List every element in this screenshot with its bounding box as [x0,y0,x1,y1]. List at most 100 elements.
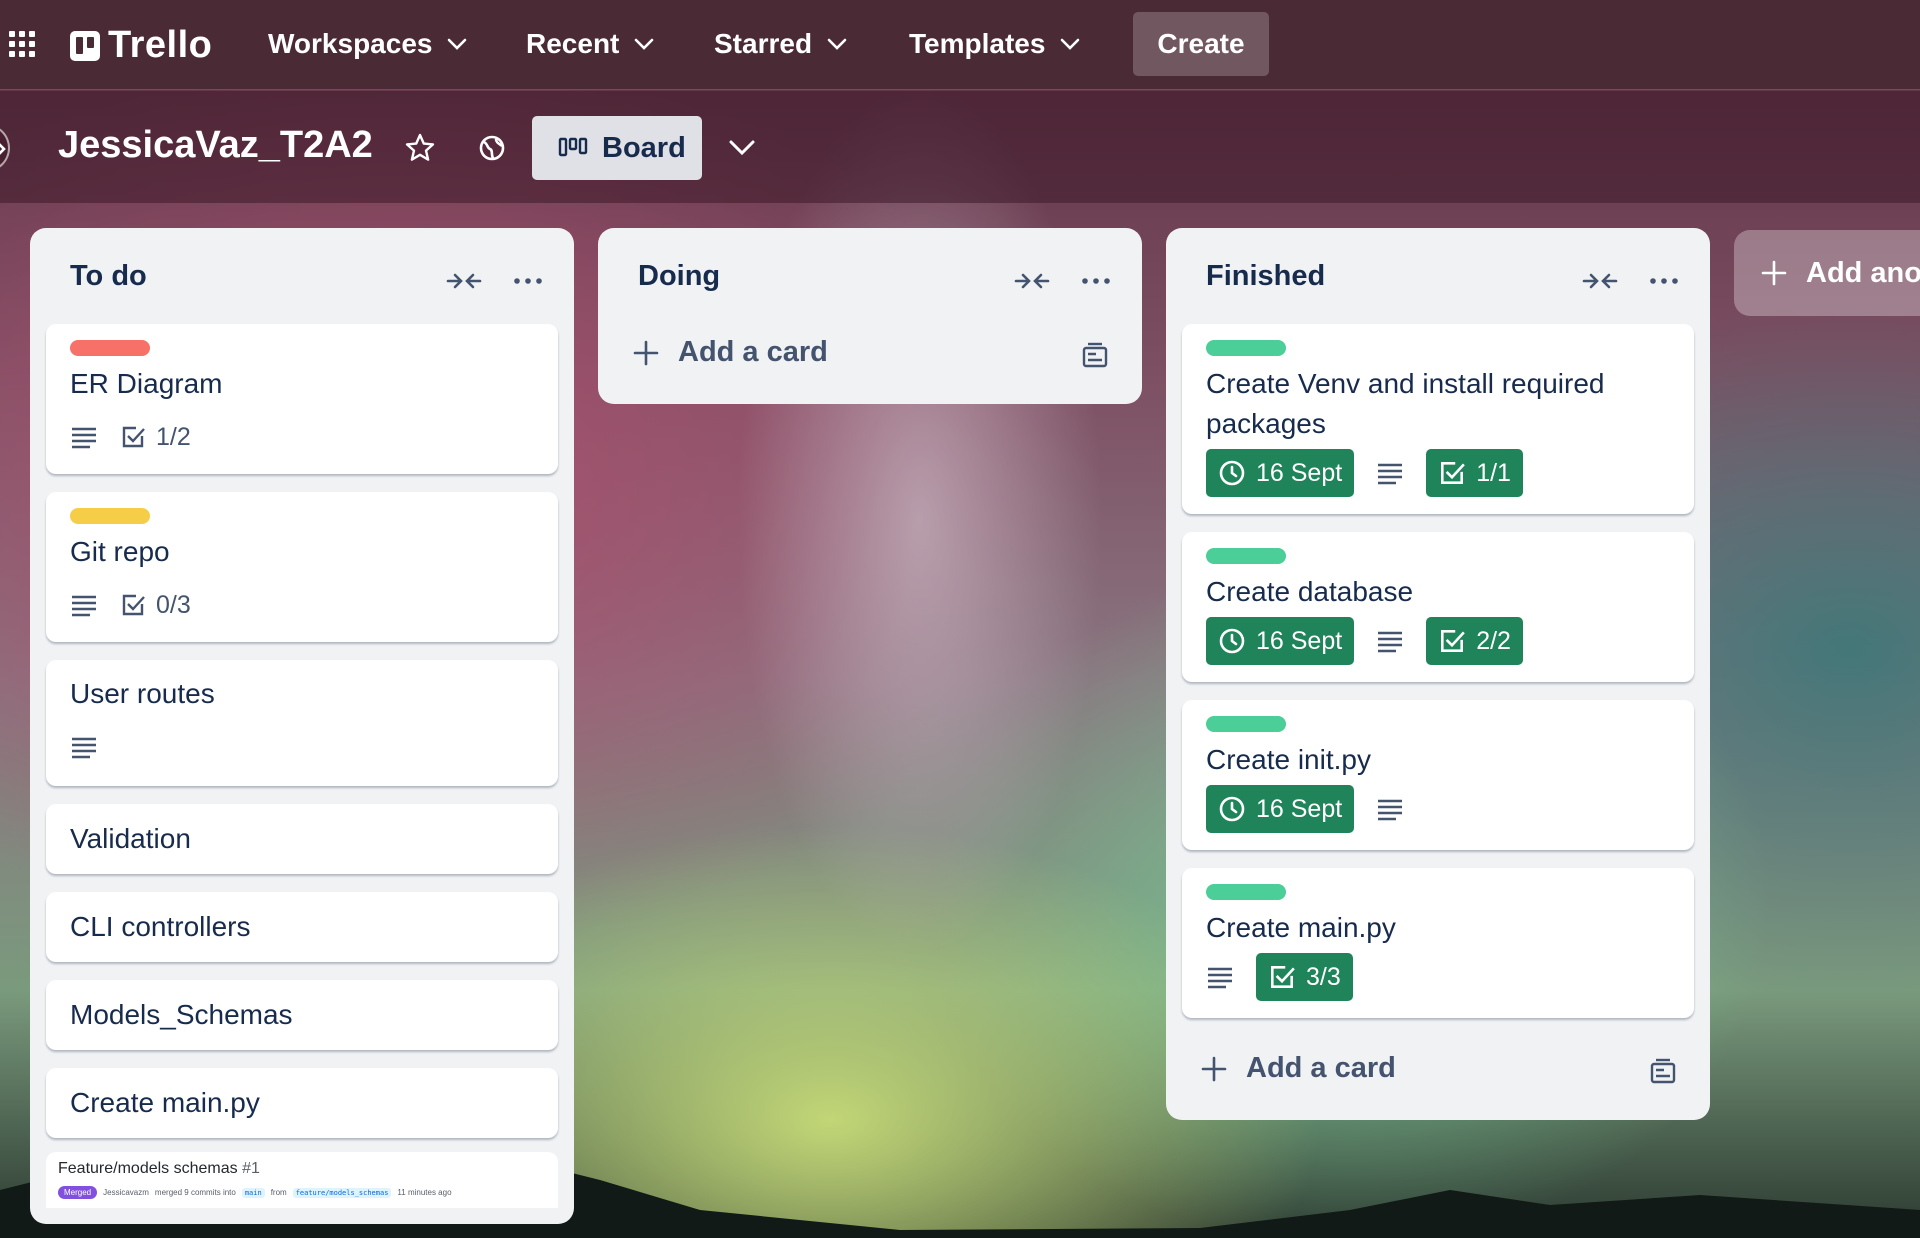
card-er-diagram[interactable]: ER Diagram 1/2 [46,324,558,474]
collapse-list-icon[interactable] [1012,266,1052,296]
pr-title-text: Feature/models schemas [58,1160,238,1177]
nav-label: Recent [526,28,620,59]
card-title: Create main.py [70,1087,260,1118]
pr-base-branch: main [241,1187,265,1198]
add-card-label: Add a card [678,336,828,368]
card-create-venv[interactable]: Create Venv and install required package… [1182,324,1694,514]
card-title: ER Diagram [70,368,223,399]
description-icon [1378,799,1403,821]
star-icon[interactable] [404,132,436,164]
card-label [1206,548,1286,564]
card-user-routes[interactable]: User routes [46,660,558,786]
top-navigation: Trello Workspaces Recent Starred Templat… [0,0,1920,90]
checklist-count: 2/2 [1476,626,1511,655]
pr-meta: Merged Jessicavazm merged 9 commits into… [58,1186,452,1199]
due-date-badge[interactable]: 16 Sept [1206,617,1355,665]
due-date-badge[interactable]: 16 Sept [1206,449,1355,497]
card-title: User routes [70,678,215,709]
checklist-icon [122,426,145,448]
chevron-down-icon[interactable] [726,134,758,162]
due-date: 16 Sept [1256,626,1343,655]
card-badges [70,722,98,772]
checklist-icon [1271,966,1295,988]
checklist-complete-badge: 2/2 [1426,617,1523,665]
trello-logo-icon [70,30,100,61]
pr-time: 11 minutes ago [397,1188,452,1197]
card-pull-request-preview[interactable]: Feature/models schemas #1 Merged Jessica… [46,1152,558,1208]
card-badges: 16 Sept [1206,784,1404,834]
add-card-button[interactable]: Add a card [632,336,828,369]
checklist-count: 0/3 [156,590,191,619]
card-title: Models_Schemas [70,999,293,1030]
checklist-icon [1441,630,1465,652]
plus-icon [633,340,659,365]
collapse-list-icon[interactable] [444,266,484,296]
add-list-label: Add anot [1806,256,1920,289]
add-list-button[interactable]: Add anot [1734,230,1920,316]
nav-templates[interactable]: Templates [909,24,1081,64]
chevron-down-icon [635,38,654,50]
card-title: CLI controllers [70,911,251,942]
checklist-icon [122,594,145,616]
more-options-icon[interactable] [1076,266,1116,296]
card-create-main-py[interactable]: Create main.py 3/3 [1182,868,1694,1018]
card-create-database[interactable]: Create database 16 Sept 2/2 [1182,532,1694,682]
card-label [1206,884,1286,900]
clock-icon [1219,796,1245,822]
create-button[interactable]: Create [1133,12,1269,76]
checklist-count: 3/3 [1306,962,1341,991]
trello-logo[interactable]: Trello [70,24,212,67]
nav-label: Starred [714,28,813,59]
collapse-list-icon[interactable] [1580,266,1620,296]
pr-number: #1 [242,1160,260,1177]
checklist-complete-badge: 3/3 [1256,953,1353,1001]
card-template-icon[interactable] [1648,1058,1678,1086]
list-to-do: To do ER Diagram 1/2 Git repo 0/3 User r… [30,228,574,1224]
chevron-down-icon [448,38,467,50]
description-icon [1378,631,1403,653]
card-template-icon[interactable] [1080,342,1110,370]
list-title: Finished [1206,260,1326,292]
add-card-button[interactable]: Add a card [1200,1052,1396,1085]
more-options-icon[interactable] [1644,266,1684,296]
more-options-icon[interactable] [508,266,548,296]
card-label [1206,340,1286,356]
nav-label: Templates [909,28,1046,59]
card-badges: 3/3 [1206,952,1353,1002]
globe-visibility-icon[interactable] [476,132,508,164]
clock-icon [1219,460,1245,486]
checklist-count: 1/1 [1476,458,1511,487]
checklist-badge: 0/3 [120,591,191,620]
app-switcher-icon[interactable] [8,30,36,58]
card-git-repo[interactable]: Git repo 0/3 [46,492,558,642]
checklist-icon [1441,462,1465,484]
due-date: 16 Sept [1256,794,1343,823]
card-badges: 16 Sept 1/1 [1206,448,1523,498]
chevron-right-icon [0,143,6,155]
card-validation[interactable]: Validation [46,804,558,874]
list-title: To do [70,260,147,292]
card-label [1206,716,1286,732]
description-icon [1378,463,1403,485]
nav-recent[interactable]: Recent [526,24,655,64]
card-create-main-py[interactable]: Create main.py [46,1068,558,1138]
card-title: Create database [1206,576,1414,607]
clock-icon [1219,628,1245,654]
card-title: Create init.py [1206,744,1371,775]
checklist-badge: 1/2 [120,423,191,452]
card-badges: 0/3 [70,580,191,630]
pr-title: Feature/models schemas #1 [58,1160,260,1178]
nav-starred[interactable]: Starred [714,24,848,64]
card-create-init-py[interactable]: Create init.py 16 Sept [1182,700,1694,850]
add-card-label: Add a card [1246,1052,1396,1084]
card-cli-controllers[interactable]: CLI controllers [46,892,558,962]
card-label [70,340,150,356]
due-date-badge[interactable]: 16 Sept [1206,785,1355,833]
card-models-schemas[interactable]: Models_Schemas [46,980,558,1050]
board-title[interactable]: JessicaVaz_T2A2 [58,124,373,167]
nav-workspaces[interactable]: Workspaces [268,24,468,64]
card-badges: 1/2 [70,412,191,462]
description-icon [72,737,96,759]
board-view-button[interactable]: Board [532,116,702,180]
board-view-label: Board [602,131,686,164]
